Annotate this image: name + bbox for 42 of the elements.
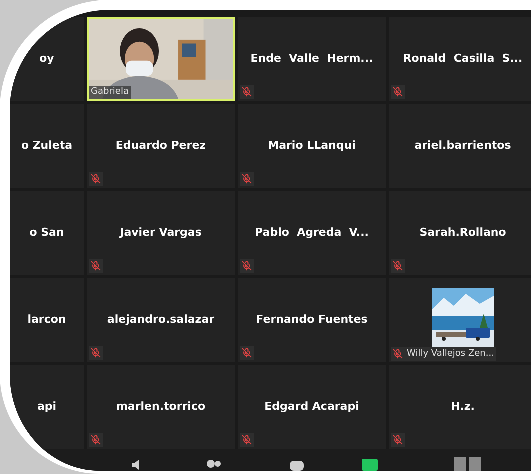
grid-view-icon[interactable] — [454, 457, 482, 471]
participant-tile[interactable]: Willy Vallejos Zen... — [389, 278, 531, 362]
participant-name: Sarah.Rollano — [420, 224, 506, 241]
participant-name: H.z. — [451, 398, 475, 415]
participant-tile[interactable]: Edgard Acarapi — [238, 365, 386, 449]
participant-tile[interactable]: api — [10, 365, 84, 449]
participant-name: marlen.torrico — [116, 398, 206, 415]
participant-name: Gabriela — [89, 86, 131, 99]
participants-icon[interactable] — [206, 459, 222, 471]
participant-tile[interactable]: Ronald Casilla S... — [389, 17, 531, 101]
participant-name: ariel.barrientos — [414, 138, 512, 154]
participant-name: Fernando Fuentes — [256, 312, 368, 328]
participant-name: alejandro.salazar — [107, 312, 215, 328]
participant-tile[interactable]: Mario LLanqui — [238, 104, 386, 188]
participant-tile[interactable]: alejandro.salazar — [87, 278, 235, 362]
participant-name: Edgard Acarapi — [264, 398, 360, 415]
participant-name: larcon — [28, 312, 66, 328]
participant-tile[interactable]: o San — [10, 191, 84, 275]
participant-tile[interactable]: Ende Valle Herm... — [238, 17, 386, 101]
participant-tile[interactable]: Sarah.Rollano — [389, 191, 531, 275]
participant-tile[interactable]: o Zuleta — [10, 104, 84, 188]
participant-tile[interactable]: H.z. — [389, 365, 531, 449]
participant-tile[interactable]: larcon — [10, 278, 84, 362]
participant-name: o San — [30, 224, 64, 241]
participant-tile[interactable]: Eduardo Perez — [87, 104, 235, 188]
participant-name: api — [37, 398, 57, 415]
participant-name: Pablo Agreda V... — [255, 224, 369, 241]
participant-tile[interactable]: marlen.torrico — [87, 365, 235, 449]
participant-name: Eduardo Perez — [116, 138, 206, 154]
participant-name: Mario LLanqui — [268, 138, 356, 154]
video-tile[interactable]: Gabriela — [87, 17, 235, 101]
participant-tile[interactable]: Javier Vargas — [87, 191, 235, 275]
participant-tile[interactable]: Pablo Agreda V... — [238, 191, 386, 275]
participant-name: Ronald Casilla S... — [403, 50, 523, 67]
participant-name: o Zuleta — [21, 138, 73, 154]
participant-tile[interactable]: oy — [10, 17, 84, 101]
participant-name: oy — [40, 50, 54, 67]
participant-tile[interactable]: ariel.barrientos — [389, 104, 531, 188]
participant-name: Ende Valle Herm... — [250, 50, 374, 67]
participant-name: Javier Vargas — [120, 224, 202, 241]
participant-tile[interactable]: Fernando Fuentes — [238, 278, 386, 362]
participant-name: Willy Vallejos Zen... — [407, 348, 494, 360]
